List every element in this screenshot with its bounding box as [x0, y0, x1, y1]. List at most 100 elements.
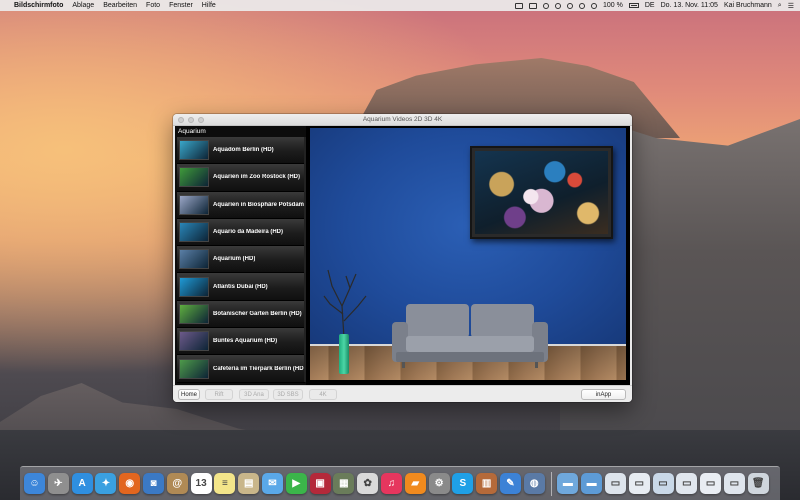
xcode-icon[interactable]: ✎ [499, 473, 521, 494]
app-store-icon[interactable]: A [71, 473, 93, 494]
sofa [392, 304, 550, 370]
network-icon[interactable]: ◍ [523, 473, 545, 494]
display-icon[interactable] [515, 2, 523, 9]
menu-bearbeiten[interactable]: Bearbeiten [103, 2, 137, 9]
photo-booth-icon[interactable]: ▣ [309, 473, 331, 494]
search-icon[interactable]: ⌕ [778, 2, 782, 10]
bluetooth-icon[interactable] [567, 2, 573, 9]
video-list-item[interactable]: Aquarien im Zoo Rostock (HD) [177, 164, 305, 192]
clock[interactable]: Do. 13. Nov. 11:05 [661, 2, 718, 9]
video-list-item[interactable]: Botanischer Garten Berlin (HD) [177, 300, 305, 329]
window-thumbnail-1-icon[interactable]: ▭ [604, 473, 626, 494]
sync-icon[interactable] [555, 2, 561, 9]
battery-percent: 100 % [603, 2, 623, 9]
messages-icon[interactable]: ✉ [261, 473, 283, 494]
3d-anaglyph-button[interactable]: 3D Ana [239, 389, 269, 400]
wifi-icon[interactable] [579, 2, 585, 9]
window-thumbnail-6-icon[interactable]: ▭ [723, 473, 745, 494]
ibooks-icon[interactable]: ▰ [404, 473, 426, 494]
battery-icon[interactable] [628, 3, 639, 8]
downloads-folder-icon[interactable]: ▬ [581, 473, 603, 494]
sofa-leg-left [402, 362, 405, 368]
video-list-item[interactable]: Cafeteria im Tierpark Berlin (HD [177, 355, 305, 383]
window-thumbnail-3-icon[interactable]: ▭ [652, 473, 674, 494]
video-thumbnail [179, 140, 209, 161]
decorative-branches [323, 269, 367, 338]
calendar-icon[interactable]: 13 [190, 473, 212, 494]
inapp-button[interactable]: inApp [581, 389, 626, 400]
video-list-item[interactable]: Aquario da Madeira (HD) [177, 218, 305, 247]
app-folder-icon[interactable]: ▥ [476, 473, 498, 494]
zoom-button[interactable] [198, 117, 204, 123]
video-list-item-label: Aquarien in Biosphäre Potsdam ( [213, 201, 305, 208]
video-thumbnail [179, 222, 209, 243]
4k-button[interactable]: 4K [309, 389, 337, 400]
user-name[interactable]: Kai Bruchmann [724, 2, 772, 9]
trash-icon[interactable]: 🗑 [747, 473, 769, 494]
video-list-item[interactable]: Buntes Aquarium (HD) [177, 328, 305, 356]
notification-center-icon[interactable]: ☰ [788, 2, 794, 10]
dock: ☺ ✈ A ✦ ◉ ◙ @13 ≡ ▤ ✉ ▶ ▣ ▦ ✿ ♫ ▰ ⚙ S ▥ ✎ ◍ ▬ ▬ ▭ ▭ ▭ ▭ ▭ ▭ 🗑 [20, 466, 780, 500]
status-area: 100 % DE Do. 13. Nov. 11:05 Kai Bruchman… [515, 2, 794, 10]
photos-icon[interactable]: ✿ [357, 473, 379, 494]
sidebar-title: Aquarium [178, 128, 206, 135]
rift-button[interactable]: Rift [205, 389, 233, 400]
menu-bar: Bildschirmfoto Ablage Bearbeiten Foto Fe… [0, 0, 800, 11]
scrollbar[interactable] [304, 137, 306, 382]
menu-hilfe[interactable]: Hilfe [202, 2, 216, 9]
screen-icon[interactable] [529, 2, 537, 9]
window-thumbnail-4-icon[interactable]: ▭ [676, 473, 698, 494]
video-thumbnail [179, 276, 209, 297]
firefox-icon[interactable]: ◉ [119, 473, 141, 494]
window-thumbnail-5-icon[interactable]: ▭ [700, 473, 722, 494]
video-list-item-label: Aquarium (HD) [213, 256, 256, 263]
window-titlebar[interactable]: Aquarium Videos 2D 3D 4K [173, 114, 632, 126]
video-list: Aquadom Berlin (HD) Aquarien im Zoo Rosto… [177, 137, 305, 383]
aquarium-picture [475, 151, 608, 234]
iphoto-icon[interactable]: ◙ [142, 473, 164, 494]
minimize-button[interactable] [188, 117, 194, 123]
menu-app-name[interactable]: Bildschirmfoto [14, 2, 63, 9]
video-list-item-label: Aquarien im Zoo Rostock (HD) [213, 174, 301, 181]
video-preview[interactable] [310, 128, 626, 380]
close-button[interactable] [178, 117, 184, 123]
app-window: Aquarium Videos 2D 3D 4K Aquarium Aquado… [173, 114, 632, 402]
green-vase [339, 334, 349, 374]
menu-foto[interactable]: Foto [146, 2, 160, 9]
video-list-item-label: Botanischer Garten Berlin (HD) [213, 310, 302, 317]
facetime-icon[interactable]: ▶ [285, 473, 307, 494]
sofa-cushion-left [406, 304, 469, 338]
window-thumbnail-2-icon[interactable]: ▭ [628, 473, 650, 494]
window-content: Aquarium Aquadom Berlin (HD) Aquarien im … [175, 126, 630, 385]
video-thumbnail [179, 167, 209, 188]
3d-sbs-button[interactable]: 3D SBS [273, 389, 303, 400]
safari-icon[interactable]: ✦ [95, 473, 117, 494]
volume-icon[interactable] [591, 2, 597, 9]
folder-icon[interactable]: ▬ [557, 473, 579, 494]
video-thumbnail [179, 358, 209, 379]
input-source[interactable]: DE [645, 2, 655, 9]
notes-icon[interactable]: ≡ [214, 473, 236, 494]
preview-icon[interactable]: ▤ [238, 473, 260, 494]
skype-icon[interactable]: S [452, 473, 474, 494]
video-list-item-label: Aquadom Berlin (HD) [213, 147, 274, 154]
image-capture-icon[interactable]: ▦ [333, 473, 355, 494]
video-list-item[interactable]: Aquarium (HD) [177, 246, 305, 274]
menu-ablage[interactable]: Ablage [72, 2, 94, 9]
sofa-cushion-right [471, 304, 534, 338]
video-thumbnail [179, 249, 209, 270]
video-list-item[interactable]: Atlantis Dubai (HD) [177, 273, 305, 301]
time-machine-icon[interactable] [543, 2, 549, 9]
home-button[interactable]: Home [178, 389, 200, 400]
video-list-item[interactable]: Aquarien in Biosphäre Potsdam ( [177, 191, 305, 219]
sofa-seat [406, 336, 534, 352]
finder-icon[interactable]: ☺ [24, 473, 45, 494]
launchpad-icon[interactable]: ✈ [47, 473, 69, 494]
itunes-icon[interactable]: ♫ [380, 473, 402, 494]
aquarium-picture-frame [470, 146, 613, 239]
system-preferences-icon[interactable]: ⚙ [428, 473, 450, 494]
video-list-item[interactable]: Aquadom Berlin (HD) [177, 137, 305, 165]
contacts-icon[interactable]: @ [166, 473, 188, 494]
dock-separator [550, 471, 552, 496]
menu-fenster[interactable]: Fenster [169, 2, 193, 9]
